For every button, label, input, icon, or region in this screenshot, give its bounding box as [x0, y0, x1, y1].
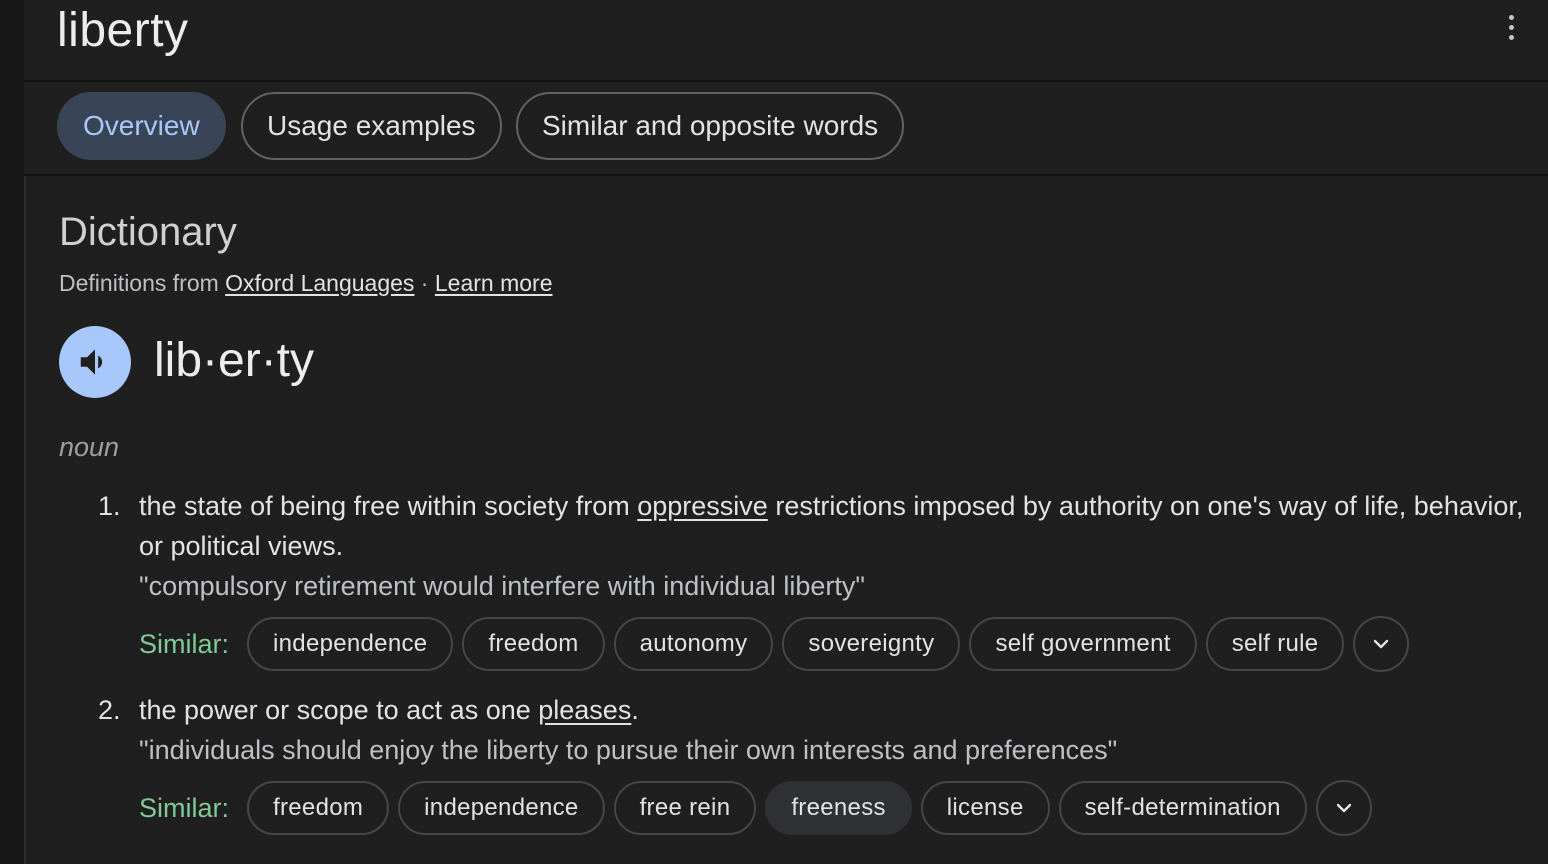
tab-usage-examples[interactable]: Usage examples	[241, 92, 502, 160]
similar-chip[interactable]: free rein	[613, 781, 757, 835]
left-edge	[0, 0, 24, 864]
similar-chip[interactable]: freeness	[765, 781, 912, 835]
similar-chip[interactable]: license	[920, 781, 1050, 835]
similar-chip[interactable]: self rule	[1205, 617, 1345, 671]
similar-chip[interactable]: independence	[398, 781, 605, 835]
similar-chip[interactable]: autonomy	[613, 617, 774, 671]
tabs-row: Overview Usage examples Similar and oppo…	[24, 82, 1548, 176]
chevron-down-icon	[1374, 639, 1389, 649]
separator: ·	[414, 270, 435, 296]
similar-chip[interactable]: freedom	[462, 617, 605, 671]
page-title: liberty	[57, 4, 189, 57]
speaker-icon	[80, 349, 103, 375]
dictionary-panel: Dictionary Definitions from Oxford Langu…	[24, 176, 1548, 864]
page: liberty Overview Usage examples Similar …	[0, 0, 1548, 864]
definition-text: the power or scope to act as one	[139, 695, 539, 725]
expand-similar-button[interactable]	[1353, 616, 1410, 672]
sense-number: 1.	[98, 491, 121, 521]
part-of-speech: noun	[59, 432, 120, 462]
learn-more-link[interactable]: Learn more	[435, 270, 553, 296]
definition-text: .	[631, 695, 639, 725]
dot	[1508, 24, 1514, 30]
dot	[1508, 14, 1514, 20]
source-prefix: Definitions from	[59, 270, 226, 296]
definition-text: the state of being free within society f…	[139, 491, 638, 521]
example-sentence: "individuals should enjoy the liberty to…	[139, 735, 1118, 765]
similar-label: Similar:	[139, 628, 230, 659]
sense-body: the state of being free within society f…	[139, 486, 1539, 606]
similar-chip[interactable]: freedom	[247, 781, 390, 835]
definition-link-pleases[interactable]: pleases	[538, 695, 631, 725]
pronunciation-audio-button[interactable]	[59, 326, 131, 398]
sense-body: the power or scope to act as one pleases…	[139, 690, 1539, 770]
source-line: Definitions from Oxford Languages · Lear…	[59, 270, 553, 297]
oxford-languages-link[interactable]: Oxford Languages	[225, 270, 414, 296]
similar-label: Similar:	[139, 792, 230, 823]
example-sentence: "compulsory retirement would interfere w…	[139, 571, 865, 601]
expand-similar-button[interactable]	[1315, 780, 1372, 836]
tab-similar-opposite-words[interactable]: Similar and opposite words	[516, 92, 905, 160]
dot	[1508, 34, 1514, 40]
more-vert-icon[interactable]	[1498, 10, 1524, 44]
tab-overview[interactable]: Overview	[57, 92, 226, 160]
headword: lib·er·ty	[154, 334, 315, 387]
similar-chip[interactable]: self government	[969, 617, 1197, 671]
similar-row: Similar: independence freedom autonomy s…	[139, 616, 1410, 672]
similar-chip[interactable]: independence	[247, 617, 454, 671]
sense-number: 2.	[98, 695, 121, 725]
similar-chip[interactable]: self-determination	[1058, 781, 1307, 835]
section-title: Dictionary	[59, 210, 237, 254]
similar-chip[interactable]: sovereignty	[782, 617, 961, 671]
similar-row: Similar: freedom independence free rein …	[139, 780, 1372, 836]
definition-link-oppressive[interactable]: oppressive	[637, 491, 768, 521]
chevron-down-icon	[1336, 803, 1351, 813]
definition: the power or scope to act as one pleases…	[139, 690, 1539, 730]
header: liberty	[24, 0, 1548, 82]
definition: the state of being free within society f…	[139, 486, 1539, 566]
